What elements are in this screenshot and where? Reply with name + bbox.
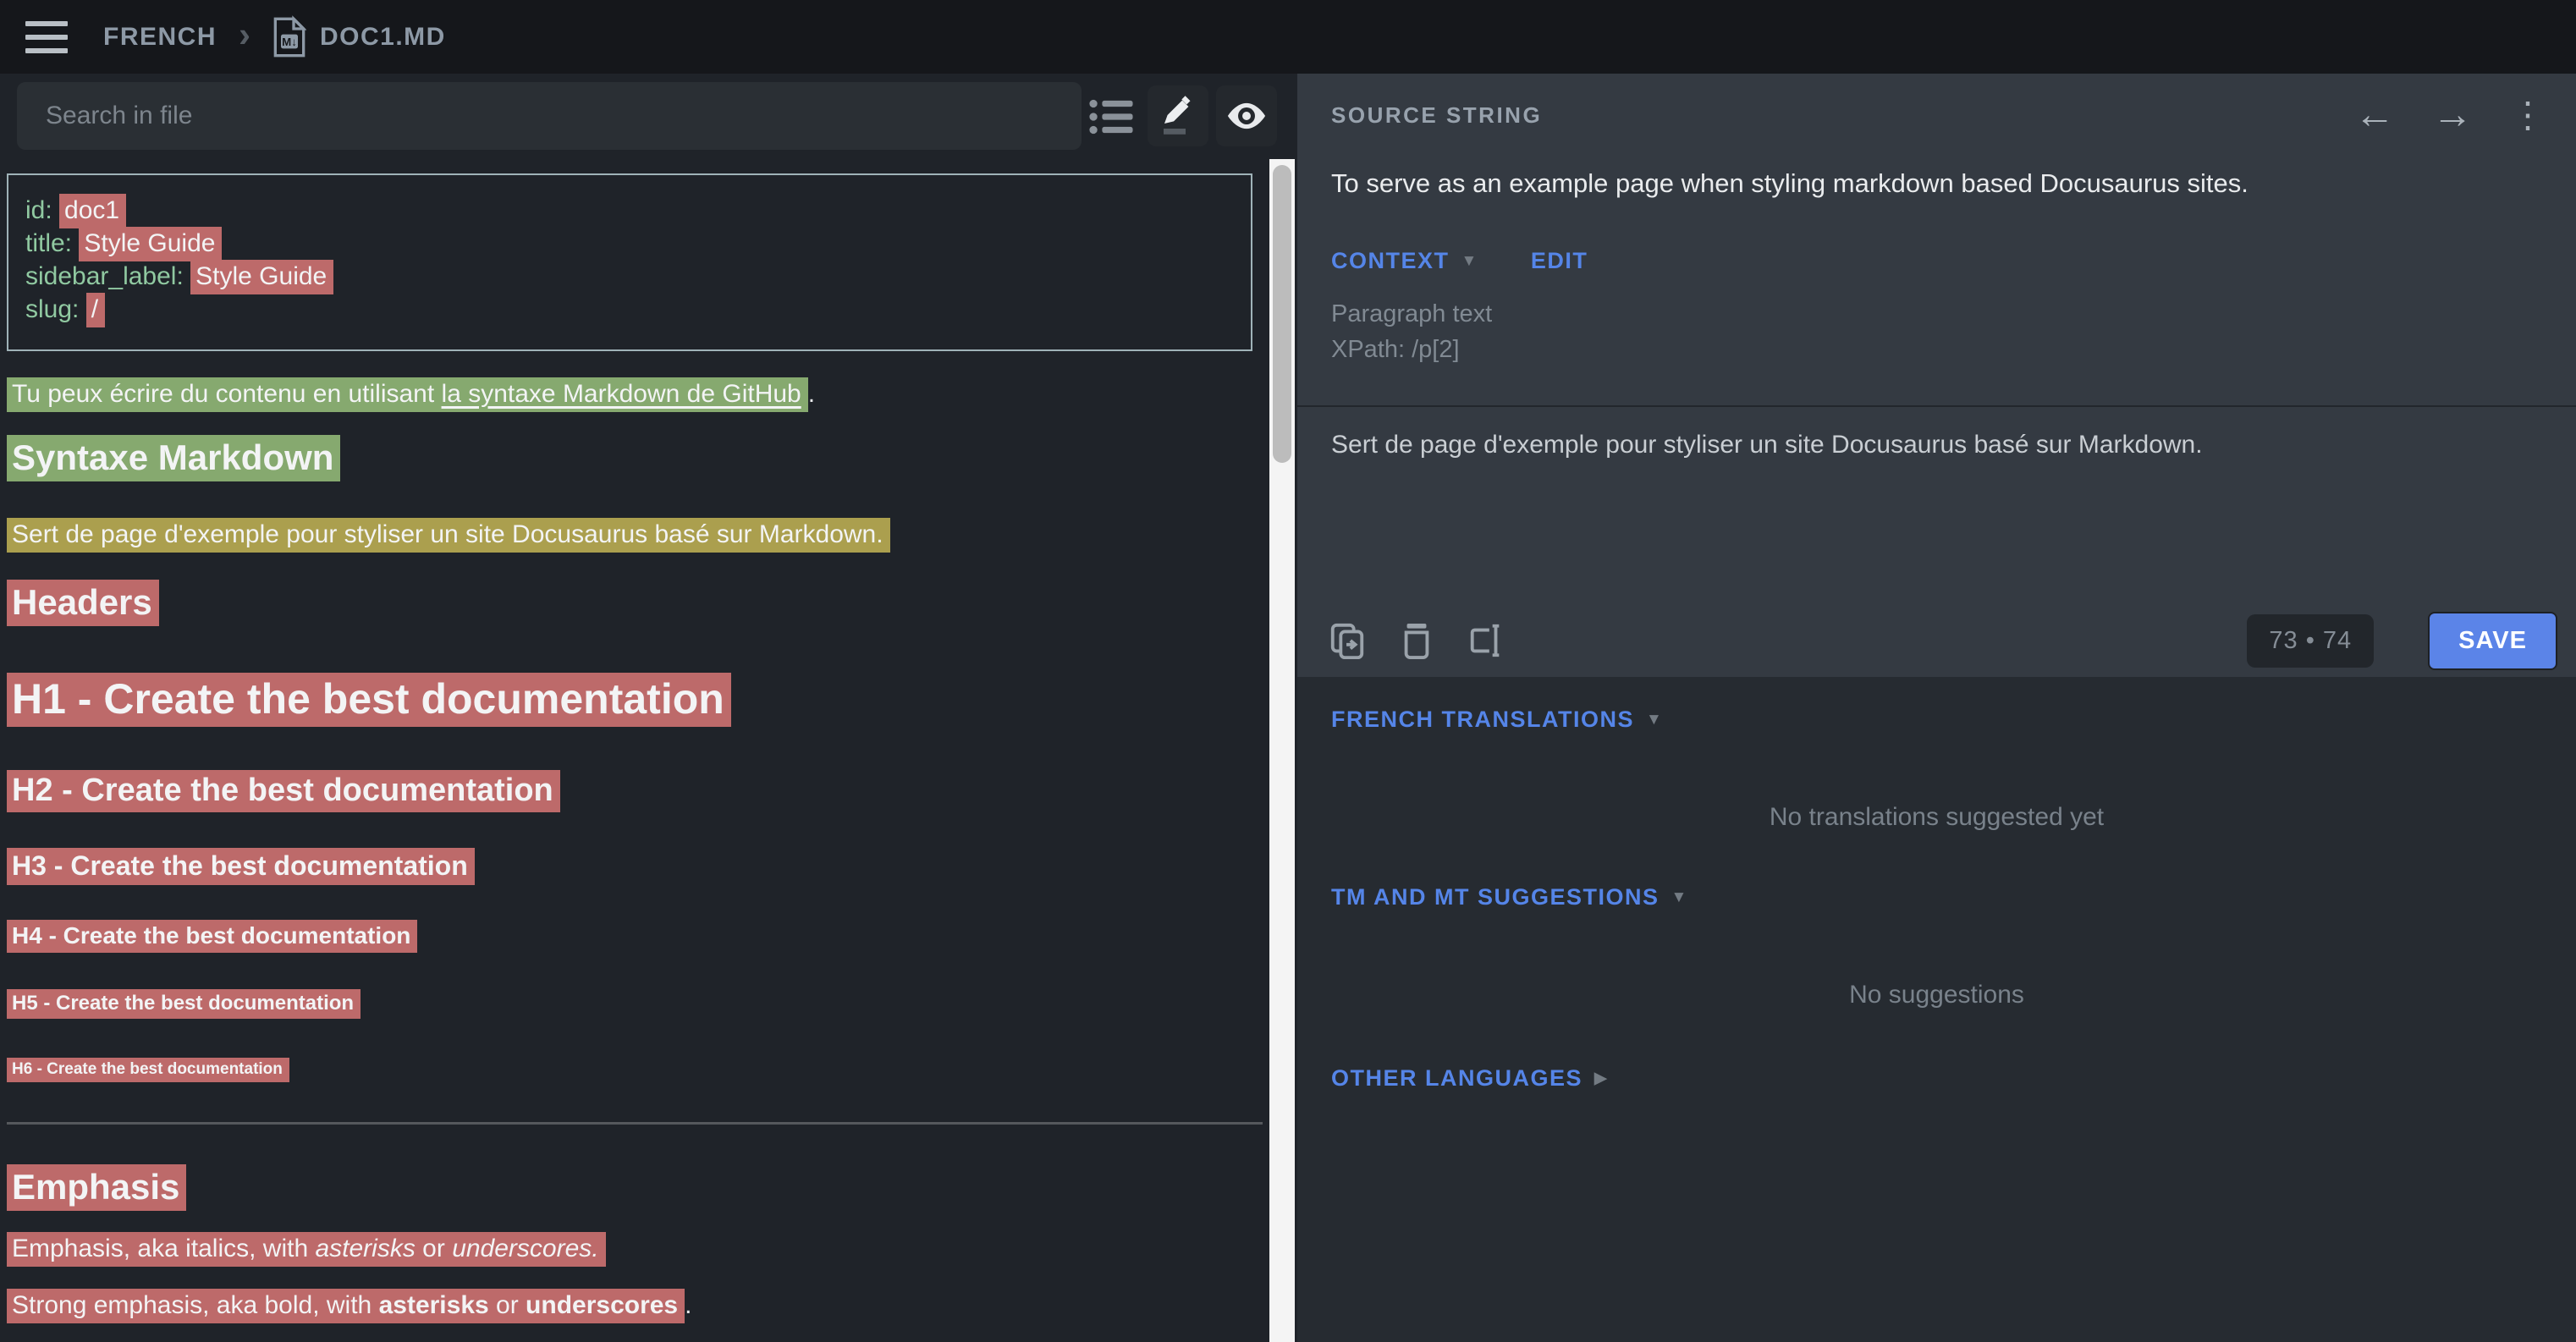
copy-source-button[interactable] <box>1328 621 1367 660</box>
heading-headers: Headers <box>7 582 159 623</box>
string-segment[interactable]: doc1 <box>59 194 126 228</box>
suggestions-empty-state: No suggestions <box>1297 981 2576 1009</box>
string-list-button[interactable] <box>1086 91 1138 146</box>
translation-input[interactable]: Sert de page d'exemple pour styliser un … <box>1297 410 2576 605</box>
markdown-file-icon: M↓ <box>272 15 306 59</box>
clear-translation-button[interactable] <box>1399 621 1434 660</box>
list-icon <box>1086 91 1138 143</box>
edit-mode-button[interactable] <box>1148 85 1208 146</box>
french-translations-toggle[interactable]: FRENCH TRANSLATIONS ▼ <box>1331 707 1663 733</box>
string-segment-translated[interactable]: Syntaxe Markdown <box>7 435 340 481</box>
scrollbar-track[interactable] <box>1269 159 1295 1342</box>
editor-divider <box>1297 405 2576 407</box>
string-segment[interactable]: H5 - Create the best documentation <box>7 989 361 1019</box>
context-type: Paragraph text <box>1331 300 1492 328</box>
heading-syntaxe-markdown: Syntaxe Markdown <box>7 437 340 478</box>
copy-icon <box>1328 621 1367 660</box>
string-segment[interactable]: H3 - Create the best documentation <box>7 848 475 885</box>
text-cursor-button[interactable] <box>1467 621 1505 660</box>
translations-empty-state: No translations suggested yet <box>1297 803 2576 832</box>
string-segment[interactable]: / <box>86 293 105 327</box>
string-segment[interactable]: Strong emphasis, aka bold, with asterisk… <box>7 1289 685 1323</box>
save-button[interactable]: SAVE <box>2428 612 2557 670</box>
breadcrumb-project[interactable]: FRENCH <box>103 23 217 52</box>
context-toggle[interactable]: CONTEXT ▼ <box>1331 248 1478 274</box>
breadcrumb-file[interactable]: DOC1.MD <box>320 23 446 52</box>
character-counter: 73 • 74 <box>2247 614 2374 668</box>
string-navigation: ← → ⋮ <box>2354 95 2546 135</box>
back-arrow-icon: ← <box>2354 92 2395 137</box>
heading-h3-sample: H3 - Create the best documentation <box>7 850 475 882</box>
context-row: CONTEXT ▼ EDIT <box>1331 248 1588 274</box>
string-segment-translated[interactable]: Tu peux écrire du contenu en utilisant l… <box>7 377 808 412</box>
heading-h6-sample: H6 - Create the best documentation <box>7 1060 289 1079</box>
edit-context-button[interactable]: EDIT <box>1531 248 1588 274</box>
paragraph-strong: Strong emphasis, aka bold, with asterisk… <box>7 1291 691 1320</box>
string-segment[interactable]: Emphasis <box>7 1164 186 1211</box>
panel-title: SOURCE STRING <box>1331 102 1542 129</box>
next-string-button[interactable]: → <box>2432 95 2473 135</box>
preview-mode-button[interactable] <box>1216 85 1277 146</box>
heading-emphasis: Emphasis <box>7 1167 186 1207</box>
more-options-button[interactable]: ⋮ <box>2510 97 2546 133</box>
frontmatter-line: sidebar_label: Style Guide <box>25 260 1251 293</box>
string-segment[interactable]: Headers <box>7 580 159 626</box>
frontmatter-line: id: doc1 <box>25 194 1251 227</box>
string-segment[interactable]: H6 - Create the best documentation <box>7 1058 289 1082</box>
trash-icon <box>1399 621 1434 660</box>
source-string-text: To serve as an example page when styling… <box>1331 168 2248 199</box>
previous-string-button[interactable]: ← <box>2354 95 2395 135</box>
heading-h1-sample: H1 - Create the best documentation <box>7 674 731 723</box>
heading-h5-sample: H5 - Create the best documentation <box>7 992 361 1015</box>
string-segment[interactable]: H2 - Create the best documentation <box>7 770 560 812</box>
editor-header: SOURCE STRING ← → ⋮ <box>1331 94 2546 136</box>
inline-link: la syntaxe Markdown de GitHub <box>442 380 801 408</box>
caret-down-icon: ▼ <box>1671 888 1688 907</box>
other-languages-toggle[interactable]: OTHER LANGUAGES ▶ <box>1331 1065 1608 1092</box>
file-toolbar <box>0 82 1297 153</box>
heading-h4-sample: H4 - Create the best documentation <box>7 922 417 949</box>
frontmatter-block: id: doc1 title: Style Guide sidebar_labe… <box>7 173 1252 351</box>
caret-down-icon: ▼ <box>1461 252 1478 271</box>
paragraph-selected: Sert de page d'exemple pour styliser un … <box>7 520 890 549</box>
document-panel: id: doc1 title: Style Guide sidebar_labe… <box>0 74 1297 1342</box>
string-segment[interactable]: Style Guide <box>190 260 333 294</box>
scrollbar-thumb[interactable] <box>1273 165 1291 463</box>
string-segment[interactable]: Emphasis, aka italics, with asterisks or… <box>7 1232 606 1267</box>
kebab-menu-icon: ⋮ <box>2510 95 2546 135</box>
horizontal-rule <box>7 1122 1263 1125</box>
tm-mt-suggestions-toggle[interactable]: TM AND MT SUGGESTIONS ▼ <box>1331 884 1688 910</box>
heading-h2-sample: H2 - Create the best documentation <box>7 773 560 809</box>
caret-down-icon: ▼ <box>1646 711 1663 729</box>
menu-icon[interactable] <box>25 21 68 53</box>
context-xpath: XPath: /p[2] <box>1331 336 1460 364</box>
translation-toolbar: 73 • 74 SAVE <box>1328 608 2557 673</box>
frontmatter-line: title: Style Guide <box>25 227 1251 260</box>
pencil-icon <box>1158 96 1198 136</box>
frontmatter-line: slug: / <box>25 293 1251 326</box>
chevron-right-icon: › <box>239 14 250 55</box>
eye-icon <box>1225 94 1269 138</box>
caret-right-icon: ▶ <box>1594 1069 1608 1088</box>
text-cursor-icon <box>1467 621 1505 660</box>
search-input[interactable] <box>17 82 1082 150</box>
translation-panel: SOURCE STRING ← → ⋮ To serve as an examp… <box>1297 74 2576 1342</box>
paragraph-emphasis: Emphasis, aka italics, with asterisks or… <box>7 1235 606 1263</box>
string-segment[interactable]: Style Guide <box>79 227 222 261</box>
string-segment-selected[interactable]: Sert de page d'exemple pour styliser un … <box>7 518 890 553</box>
forward-arrow-icon: → <box>2432 92 2473 137</box>
string-segment[interactable]: H4 - Create the best documentation <box>7 920 417 953</box>
string-segment[interactable]: H1 - Create the best documentation <box>7 673 731 727</box>
top-bar: FRENCH › M↓ DOC1.MD <box>0 0 2576 74</box>
paragraph-intro: Tu peux écrire du contenu en utilisant l… <box>7 380 815 409</box>
svg-text:M↓: M↓ <box>282 36 297 48</box>
source-string-block: SOURCE STRING ← → ⋮ To serve as an examp… <box>1297 74 2576 677</box>
